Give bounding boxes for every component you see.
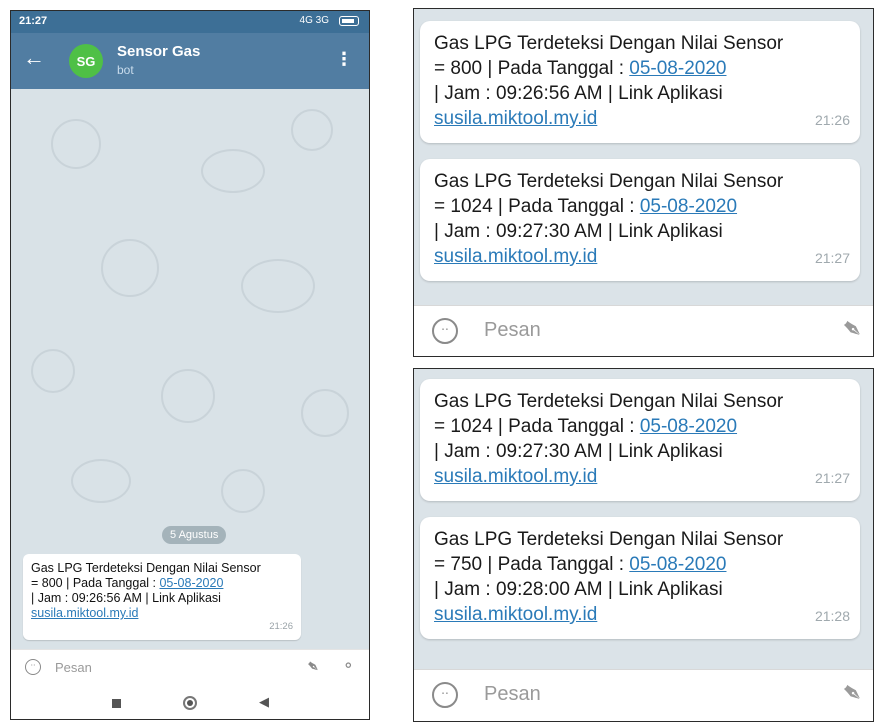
status-bar: 21:27 4G 3G xyxy=(11,11,369,33)
message-input[interactable]: Pesan xyxy=(55,660,92,675)
date-link[interactable]: 05-08-2020 xyxy=(629,554,726,575)
date-link[interactable]: 05-08-2020 xyxy=(640,196,737,217)
wallpaper-doodle xyxy=(201,149,265,193)
microphone-icon[interactable]: ⚬ xyxy=(342,656,355,676)
message-bubble[interactable]: Gas LPG Terdeteksi Dengan Nilai Sensor =… xyxy=(420,517,860,639)
message-bubble[interactable]: Gas LPG Terdeteksi Dengan Nilai Sensor =… xyxy=(23,554,301,640)
message-line: susila.miktool.my.id xyxy=(434,106,846,131)
message-line: | Jam : 09:26:56 AM | Link Aplikasi xyxy=(434,83,723,104)
signal-indicator: 4G 3G xyxy=(299,15,329,26)
zoom-panel-bottom: Gas LPG Terdeteksi Dengan Nilai Sensor =… xyxy=(413,368,874,722)
message-line: Gas LPG Terdeteksi Dengan Nilai Sensor xyxy=(31,561,261,575)
message-bubble[interactable]: Gas LPG Terdeteksi Dengan Nilai Sensor =… xyxy=(420,159,860,281)
wallpaper-doodle xyxy=(161,369,215,423)
date-separator: 5 Agustus xyxy=(162,526,227,544)
message-line: | Jam : 09:27:30 AM | Link Aplikasi xyxy=(434,441,723,462)
message-line: susila.miktool.my.id xyxy=(31,606,293,621)
message-line: Gas LPG Terdeteksi Dengan Nilai Sensor xyxy=(434,391,784,412)
message-line: | Jam : 09:28:00 AM | Link Aplikasi xyxy=(434,579,723,600)
wallpaper-doodle xyxy=(221,469,265,513)
message-line: susila.miktool.my.id xyxy=(434,464,846,489)
message-line: susila.miktool.my.id xyxy=(434,602,846,627)
system-nav-bar: ◀ xyxy=(11,685,369,719)
message-bubble[interactable]: Gas LPG Terdeteksi Dengan Nilai Sensor =… xyxy=(420,379,860,501)
message-bubble[interactable]: Gas LPG Terdeteksi Dengan Nilai Sensor =… xyxy=(420,21,860,143)
zoom-panel-top: Gas LPG Terdeteksi Dengan Nilai Sensor =… xyxy=(413,8,874,357)
wallpaper-doodle xyxy=(71,459,131,503)
status-time: 21:27 xyxy=(19,15,48,27)
back-arrow-icon[interactable]: ← xyxy=(23,47,45,69)
message-line: | Jam : 09:26:56 AM | Link Aplikasi xyxy=(31,591,221,605)
wallpaper-doodle xyxy=(101,239,159,297)
message-time: 21:26 xyxy=(814,112,850,128)
paperclip-icon[interactable]: ✒ xyxy=(834,675,870,713)
message-line: | Jam : 09:27:30 AM | Link Aplikasi xyxy=(434,221,723,242)
message-line: Gas LPG Terdeteksi Dengan Nilai Sensor xyxy=(434,171,784,192)
date-link[interactable]: 05-08-2020 xyxy=(159,576,223,590)
avatar[interactable]: SG xyxy=(69,44,103,78)
app-bar: ← SG Sensor Gas bot ⋮ xyxy=(11,33,369,89)
more-vertical-icon[interactable]: ⋮ xyxy=(335,49,353,70)
chat-subtitle: bot xyxy=(117,63,134,77)
wallpaper-doodle xyxy=(291,109,333,151)
message-line: susila.miktool.my.id xyxy=(434,244,846,269)
smiley-icon[interactable]: ‧‧ xyxy=(432,318,458,344)
message-time: 21:28 xyxy=(814,608,850,624)
phone-screenshot: 21:27 4G 3G ← SG Sensor Gas bot ⋮ 5 Agus… xyxy=(10,10,370,720)
smiley-icon[interactable]: ‧‧ xyxy=(432,682,458,708)
battery-icon xyxy=(339,16,359,26)
message-line: Gas LPG Terdeteksi Dengan Nilai Sensor xyxy=(434,33,784,54)
message-input-bar: ‧‧ Pesan ✒ xyxy=(414,305,873,356)
date-link[interactable]: 05-08-2020 xyxy=(640,416,737,437)
date-link[interactable]: 05-08-2020 xyxy=(629,58,726,79)
home-icon[interactable] xyxy=(183,696,197,710)
message-time: 21:26 xyxy=(269,621,293,632)
message-input-bar: ‧‧ Pesan ✒ ⚬ xyxy=(11,649,369,686)
url-link[interactable]: susila.miktool.my.id xyxy=(434,108,597,129)
url-link[interactable]: susila.miktool.my.id xyxy=(434,246,597,267)
wallpaper-doodle xyxy=(241,259,315,313)
paperclip-icon[interactable]: ✒ xyxy=(834,311,870,349)
smiley-icon[interactable]: ‧‧ xyxy=(25,659,41,675)
message-line: = 750 | Pada Tanggal : 05-08-2020 xyxy=(434,554,727,575)
url-link[interactable]: susila.miktool.my.id xyxy=(434,604,597,625)
message-line: Gas LPG Terdeteksi Dengan Nilai Sensor xyxy=(434,529,784,550)
wallpaper-doodle xyxy=(301,389,349,437)
chat-background: 5 Agustus Gas LPG Terdeteksi Dengan Nila… xyxy=(11,89,369,649)
message-time: 21:27 xyxy=(814,250,850,266)
paperclip-icon[interactable]: ✒ xyxy=(301,655,324,679)
wallpaper-doodle xyxy=(51,119,101,169)
chat-title[interactable]: Sensor Gas xyxy=(117,43,200,60)
wallpaper-doodle xyxy=(31,349,75,393)
url-link[interactable]: susila.miktool.my.id xyxy=(434,466,597,487)
message-time: 21:27 xyxy=(814,470,850,486)
url-link[interactable]: susila.miktool.my.id xyxy=(31,606,138,620)
message-input[interactable]: Pesan xyxy=(484,683,541,706)
message-input-bar: ‧‧ Pesan ✒ xyxy=(414,669,873,721)
message-line: = 1024 | Pada Tanggal : 05-08-2020 xyxy=(434,416,738,437)
message-line: = 800 | Pada Tanggal : 05-08-2020 xyxy=(434,58,727,79)
recent-apps-icon[interactable] xyxy=(112,699,121,708)
message-line: = 1024 | Pada Tanggal : 05-08-2020 xyxy=(434,196,738,217)
nav-back-icon[interactable]: ◀ xyxy=(259,694,269,710)
message-input[interactable]: Pesan xyxy=(484,319,541,342)
message-line: = 800 | Pada Tanggal : 05-08-2020 xyxy=(31,576,224,590)
